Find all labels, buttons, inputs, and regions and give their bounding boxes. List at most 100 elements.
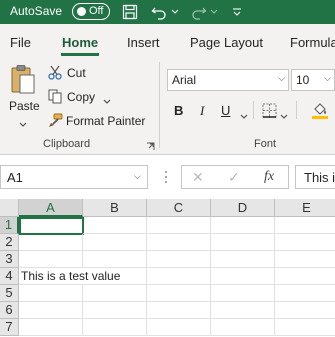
copy-dropdown-icon[interactable] (103, 94, 111, 108)
cell-b1[interactable] (83, 217, 147, 234)
copy-label: Copy (67, 90, 96, 104)
tab-home[interactable]: Home (62, 35, 98, 50)
insert-function-icon[interactable]: fx (264, 169, 274, 185)
bold-button[interactable]: B (174, 103, 183, 118)
borders-dropdown-icon[interactable] (280, 109, 288, 123)
cell-a7[interactable] (19, 319, 83, 336)
cell-e3[interactable] (275, 251, 335, 268)
cut-label: Cut (67, 66, 86, 80)
fill-color-icon[interactable] (311, 101, 329, 122)
row-header-2[interactable]: 2 (0, 234, 19, 251)
row-header-5[interactable]: 5 (0, 285, 19, 302)
row-header-1[interactable]: 1 (0, 217, 19, 234)
worksheet-grid: A B C D E 1 2 3 4 5 6 7 This is a test v… (0, 199, 335, 337)
group-separator (159, 62, 160, 148)
cell-c1[interactable] (147, 217, 211, 234)
cell-d1[interactable] (211, 217, 275, 234)
font-size-value: 10 (296, 73, 310, 87)
cell-c4[interactable] (147, 268, 211, 285)
cell-d2[interactable] (211, 234, 275, 251)
cell-c7[interactable] (147, 319, 211, 336)
cell-e4[interactable] (275, 268, 335, 285)
drag-handle-icon[interactable] (164, 170, 168, 184)
underline-dropdown-icon[interactable] (240, 109, 248, 123)
row-header-6[interactable]: 6 (0, 302, 19, 319)
column-header-b[interactable]: B (83, 199, 147, 217)
cell-a5[interactable] (19, 285, 83, 302)
redo-dropdown-icon[interactable] (209, 3, 219, 21)
cell-b3[interactable] (83, 251, 147, 268)
copy-button[interactable]: Copy (48, 88, 114, 106)
tab-formulas[interactable]: Formula (290, 35, 335, 50)
underline-button[interactable]: U (221, 103, 230, 118)
paste-label: Paste (9, 99, 40, 113)
chevron-down-icon: ⌵ (324, 73, 331, 83)
cell-d7[interactable] (211, 319, 275, 336)
formula-input[interactable]: This i (295, 165, 335, 189)
format-painter-icon (48, 113, 63, 131)
cell-c3[interactable] (147, 251, 211, 268)
name-box[interactable]: A1 ⌵ (0, 165, 148, 189)
font-name-combo[interactable]: Arial ⌵ (167, 69, 289, 91)
tab-file[interactable]: File (10, 35, 31, 50)
undo-icon[interactable] (150, 3, 168, 21)
button-separator (253, 101, 254, 119)
borders-icon[interactable] (262, 103, 277, 121)
chevron-down-icon: ⌵ (134, 171, 141, 181)
cell-d4[interactable] (211, 268, 275, 285)
cell-e6[interactable] (275, 302, 335, 319)
scissors-icon (48, 65, 62, 83)
formula-bar: A1 ⌵ ✕ ✓ fx This i (0, 160, 335, 194)
cell-c5[interactable] (147, 285, 211, 302)
cell-e2[interactable] (275, 234, 335, 251)
undo-dropdown-icon[interactable] (170, 3, 180, 21)
cell-a4[interactable]: This is a test value (19, 268, 120, 285)
cut-button[interactable]: Cut (48, 64, 98, 82)
save-icon[interactable] (121, 3, 139, 21)
cell-b5[interactable] (83, 285, 147, 302)
paste-button[interactable]: Paste (6, 64, 40, 128)
cell-d6[interactable] (211, 302, 275, 319)
cell-a1[interactable] (19, 217, 84, 235)
column-header-e[interactable]: E (275, 199, 335, 217)
title-bar: AutoSave Off (0, 0, 335, 24)
toggle-knob (77, 7, 86, 16)
cell-a2[interactable] (19, 234, 83, 251)
row-header-4[interactable]: 4 (0, 268, 19, 285)
column-header-c[interactable]: C (147, 199, 211, 217)
cancel-icon[interactable]: ✕ (192, 169, 204, 186)
ribbon-tabs: File Home Insert Page Layout Formula (0, 24, 335, 58)
cell-e1[interactable] (275, 217, 335, 234)
chevron-down-icon: ⌵ (278, 73, 285, 83)
clipboard-launcher-icon[interactable] (146, 140, 155, 154)
select-all-button[interactable] (0, 199, 19, 217)
row-header-3[interactable]: 3 (0, 251, 19, 268)
customize-qat-icon[interactable] (231, 3, 243, 21)
formula-buttons: ✕ ✓ fx (181, 165, 289, 189)
column-header-a[interactable]: A (19, 199, 83, 217)
autosave-toggle[interactable]: Off (72, 3, 110, 20)
cell-a3[interactable] (19, 251, 83, 268)
font-name-value: Arial (172, 73, 197, 87)
row-header-7[interactable]: 7 (0, 319, 19, 336)
tab-insert[interactable]: Insert (127, 35, 160, 50)
paste-dropdown-icon[interactable] (19, 117, 27, 131)
cell-c6[interactable] (147, 302, 211, 319)
cell-b7[interactable] (83, 319, 147, 336)
cell-d3[interactable] (211, 251, 275, 268)
enter-icon[interactable]: ✓ (228, 169, 240, 186)
font-size-combo[interactable]: 10 ⌵ (291, 69, 335, 91)
cell-b6[interactable] (83, 302, 147, 319)
cell-c2[interactable] (147, 234, 211, 251)
format-painter-button[interactable]: Format Painter (48, 112, 148, 130)
cell-e7[interactable] (275, 319, 335, 336)
cell-d5[interactable] (211, 285, 275, 302)
italic-button[interactable]: I (200, 103, 204, 119)
cell-b2[interactable] (83, 234, 147, 251)
redo-icon[interactable] (190, 3, 208, 21)
cell-a6[interactable] (19, 302, 83, 319)
tab-page-layout[interactable]: Page Layout (190, 35, 263, 50)
name-box-value: A1 (7, 170, 23, 185)
cell-e5[interactable] (275, 285, 335, 302)
column-header-d[interactable]: D (211, 199, 275, 217)
